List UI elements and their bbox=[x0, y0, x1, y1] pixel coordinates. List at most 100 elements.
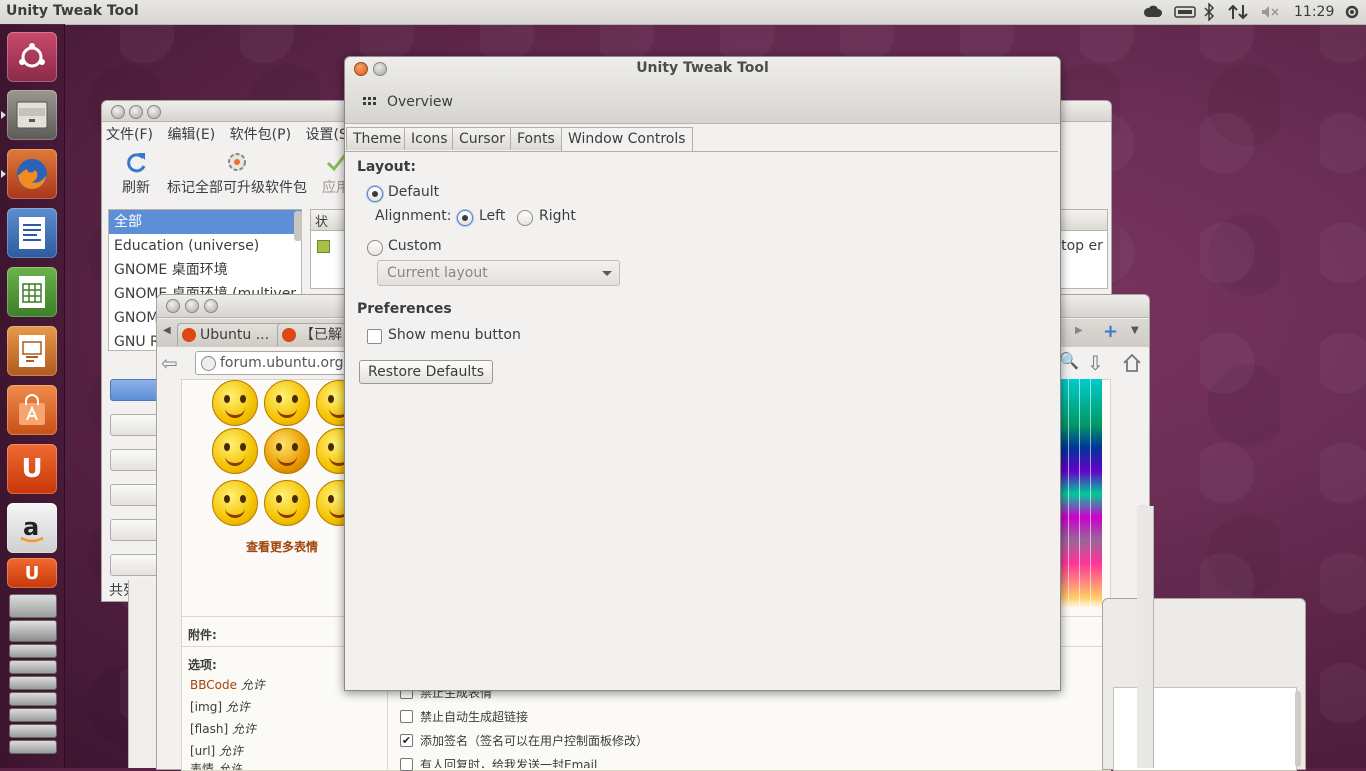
search-results-button[interactable] bbox=[110, 519, 162, 541]
ubuntu-one-launcher[interactable]: U bbox=[7, 444, 57, 494]
launcher-stack-item[interactable] bbox=[9, 644, 57, 658]
refresh-button[interactable]: 刷新 bbox=[118, 147, 154, 197]
clock[interactable]: 11:29 bbox=[1294, 3, 1334, 21]
emoticon-icon[interactable] bbox=[212, 428, 258, 474]
align-left-radio[interactable] bbox=[457, 210, 473, 226]
options-label: 选项: bbox=[188, 658, 217, 672]
window-controls-page: Layout: Default Alignment: Left Right Cu… bbox=[345, 151, 1058, 690]
emoticon-icon[interactable] bbox=[264, 428, 310, 474]
keyboard-icon[interactable] bbox=[1174, 3, 1196, 21]
menu-file[interactable]: 文件(F) bbox=[106, 127, 153, 143]
files-launcher[interactable] bbox=[7, 90, 57, 140]
more-emoticons-link[interactable]: 查看更多表情 bbox=[246, 538, 318, 555]
ubuntu-favicon-icon bbox=[282, 328, 296, 342]
architecture-button[interactable] bbox=[110, 554, 162, 576]
network-icon[interactable] bbox=[1228, 3, 1248, 21]
search-icon[interactable]: 🔍 bbox=[1059, 351, 1079, 375]
bluetooth-icon[interactable] bbox=[1203, 3, 1215, 21]
software-center-launcher[interactable] bbox=[7, 385, 57, 435]
settings-launcher[interactable] bbox=[9, 594, 57, 618]
download-icon[interactable]: ⇩ bbox=[1087, 351, 1104, 375]
align-right-radio[interactable] bbox=[517, 210, 533, 226]
notify-reply-checkbox[interactable] bbox=[400, 758, 413, 771]
emoticon-icon[interactable] bbox=[212, 380, 258, 426]
amazon-launcher[interactable]: a bbox=[7, 503, 57, 553]
tab-window-controls[interactable]: Window Controls bbox=[561, 127, 693, 151]
tab-scroll-right-icon[interactable]: ▶ bbox=[1075, 325, 1083, 336]
list-item[interactable]: 全部 bbox=[109, 210, 301, 234]
custom-layout-radio[interactable] bbox=[367, 240, 383, 256]
launcher-stack-item[interactable] bbox=[9, 740, 57, 754]
ubuntu-one-icon: U bbox=[21, 454, 43, 484]
minimize-button[interactable] bbox=[129, 105, 143, 119]
writer-launcher[interactable] bbox=[7, 208, 57, 258]
menu-edit[interactable]: 编辑(E) bbox=[167, 127, 215, 143]
home-icon[interactable] bbox=[1121, 352, 1143, 374]
tab-fonts[interactable]: Fonts bbox=[510, 127, 562, 150]
new-tab-icon[interactable]: + bbox=[1103, 321, 1118, 342]
spreadsheet-icon bbox=[19, 276, 45, 308]
power-gear-icon[interactable] bbox=[1344, 3, 1360, 21]
writer-icon bbox=[19, 217, 45, 249]
launcher-stack-item[interactable] bbox=[9, 724, 57, 738]
back-button[interactable]: ⇦ bbox=[161, 351, 187, 375]
color-palette[interactable] bbox=[1057, 379, 1102, 609]
synaptic-menubar: 文件(F) 编辑(E) 软件包(P) 设置(S) bbox=[106, 124, 363, 144]
grid-icon bbox=[363, 97, 376, 105]
browser-tab[interactable]: Ubuntu ... bbox=[177, 323, 293, 346]
emoticon-icon[interactable] bbox=[264, 480, 310, 526]
emoticon-icon[interactable] bbox=[212, 480, 258, 526]
ubuntu-favicon-icon bbox=[182, 328, 196, 342]
status-column-header[interactable]: 状 bbox=[315, 211, 328, 230]
shopping-bag-icon bbox=[19, 394, 45, 425]
launcher-stack-item[interactable] bbox=[9, 660, 57, 674]
origin-button[interactable] bbox=[110, 449, 162, 471]
option-url: [url] 允许 bbox=[190, 744, 244, 758]
list-scrollbar[interactable] bbox=[294, 211, 302, 241]
left-label: Left bbox=[479, 208, 506, 224]
disable-magic-url-checkbox[interactable] bbox=[400, 710, 413, 723]
volume-muted-icon[interactable] bbox=[1260, 3, 1280, 21]
unity-launcher: U a U bbox=[0, 24, 65, 768]
restore-defaults-button[interactable]: Restore Defaults bbox=[359, 360, 494, 384]
tab-icons[interactable]: Icons bbox=[404, 127, 455, 150]
tab-cursor[interactable]: Cursor bbox=[452, 127, 513, 150]
menu-package[interactable]: 软件包(P) bbox=[230, 127, 291, 143]
svg-text:a: a bbox=[23, 513, 39, 541]
music-icon: U bbox=[24, 562, 40, 584]
updater-launcher[interactable] bbox=[9, 620, 57, 642]
emoticon-icon[interactable] bbox=[264, 380, 310, 426]
filters-button[interactable] bbox=[110, 484, 162, 506]
tab-scroll-left-icon[interactable]: ◀ bbox=[163, 325, 171, 336]
status-button[interactable] bbox=[110, 414, 162, 436]
list-item[interactable]: Education (universe) bbox=[109, 234, 301, 258]
scrollbar[interactable] bbox=[1295, 691, 1301, 767]
utt-header[interactable]: Unity Tweak Tool Overview bbox=[345, 57, 1060, 124]
tab-theme[interactable]: Theme bbox=[346, 127, 409, 150]
ubuntu-one-music-launcher[interactable]: U bbox=[7, 558, 57, 588]
dash-home-button[interactable] bbox=[7, 32, 57, 82]
maximize-button[interactable] bbox=[147, 105, 161, 119]
launcher-stack-item[interactable] bbox=[9, 708, 57, 722]
tab-list-icon[interactable]: ▼ bbox=[1131, 325, 1139, 336]
close-button[interactable] bbox=[111, 105, 125, 119]
minimize-button[interactable] bbox=[185, 299, 199, 313]
list-item[interactable]: GNOME 桌面环境 bbox=[109, 258, 301, 282]
show-menu-button-checkbox[interactable] bbox=[367, 329, 382, 344]
overview-button[interactable]: Overview bbox=[363, 91, 453, 113]
cloud-icon[interactable] bbox=[1143, 3, 1163, 21]
mark-all-upgrades-button[interactable]: 标记全部可升级软件包 bbox=[160, 147, 314, 197]
firefox-launcher[interactable] bbox=[7, 149, 57, 199]
launcher-stack-item[interactable] bbox=[9, 676, 57, 690]
impress-launcher[interactable] bbox=[7, 326, 57, 376]
calc-launcher[interactable] bbox=[7, 267, 57, 317]
launcher-stack-item[interactable] bbox=[9, 692, 57, 706]
sections-button[interactable] bbox=[110, 379, 162, 401]
maximize-button[interactable] bbox=[204, 299, 218, 313]
default-layout-radio[interactable] bbox=[367, 186, 383, 202]
running-indicator bbox=[1, 111, 6, 119]
close-button[interactable] bbox=[166, 299, 180, 313]
background-window-edge bbox=[128, 580, 159, 768]
layout-combobox[interactable]: Current layout bbox=[377, 260, 620, 286]
attach-signature-checkbox[interactable]: ✔ bbox=[400, 734, 413, 747]
